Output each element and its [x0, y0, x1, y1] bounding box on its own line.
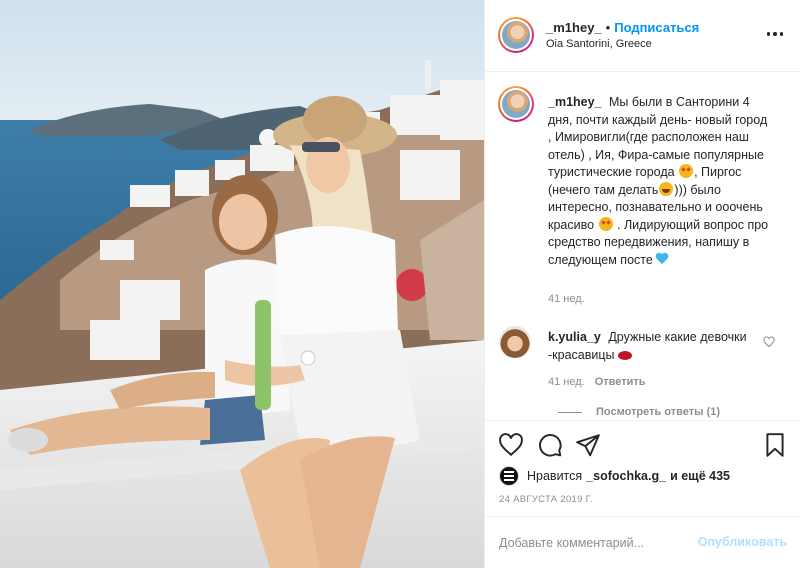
- comment-text: k.yulia_y Дружные какие девочки -красави…: [548, 329, 758, 364]
- post-caption: _m1hey_ Мы были в Санторини 4 дня, почти…: [548, 94, 774, 269]
- bookmark-icon[interactable]: [762, 432, 788, 458]
- location-link[interactable]: Oia Santorini, Greece: [546, 38, 652, 50]
- view-replies-button[interactable]: Посмотреть ответы (1): [558, 406, 720, 418]
- action-bar: [485, 420, 800, 468]
- blue-heart-emoji-icon: [655, 253, 669, 265]
- likes-summary: Нравится _sofochka.g_ и ещё 435: [499, 465, 730, 487]
- likes-count-link[interactable]: и ещё 435: [670, 469, 730, 483]
- santorini-photo: [0, 0, 484, 568]
- author-line: _m1hey_ • Подписаться: [546, 20, 699, 35]
- comment-input[interactable]: [499, 533, 689, 553]
- laughing-emoji-icon: [659, 181, 674, 196]
- star-struck-emoji-icon: [598, 216, 613, 231]
- comment-timestamp[interactable]: 41 нед.: [548, 376, 585, 388]
- liker-username[interactable]: _sofochka.g_: [586, 469, 666, 483]
- reply-button[interactable]: Ответить: [595, 376, 646, 388]
- caption-author-avatar[interactable]: [498, 86, 534, 122]
- post-header: _m1hey_ • Подписаться Oia Santorini, Greec…: [485, 0, 800, 72]
- post-date[interactable]: 24 АВГУСТА 2019 Г.: [499, 494, 593, 505]
- comments-area[interactable]: _m1hey_ Мы были в Санторини 4 дня, почти…: [485, 73, 800, 419]
- publish-button[interactable]: Опубликовать: [698, 535, 787, 549]
- separator-dot: •: [605, 20, 611, 35]
- heart-icon[interactable]: [498, 432, 524, 458]
- commenter-username[interactable]: k.yulia_y: [548, 330, 601, 344]
- caption-timestamp[interactable]: 41 нед.: [548, 293, 585, 305]
- comment-meta: 41 нед. Ответить: [548, 376, 646, 388]
- star-struck-emoji-icon: [679, 164, 694, 178]
- view-replies-label: Посмотреть ответы (1): [596, 406, 721, 418]
- author-username[interactable]: _m1hey_: [546, 20, 602, 35]
- comment-heart-icon[interactable]: [763, 335, 775, 348]
- liker-avatar[interactable]: [499, 466, 519, 486]
- paper-plane-icon[interactable]: [575, 432, 601, 458]
- comment-icon[interactable]: [537, 432, 563, 458]
- author-avatar[interactable]: [498, 17, 534, 53]
- commenter-avatar[interactable]: [499, 326, 531, 358]
- kiss-lips-emoji-icon: [617, 350, 632, 360]
- add-comment-form: Опубликовать: [485, 516, 800, 568]
- caption-username[interactable]: _m1hey_: [548, 95, 602, 109]
- replies-divider: [558, 411, 582, 413]
- post-photo[interactable]: [0, 0, 484, 568]
- post-side-panel: _m1hey_ • Подписаться Oia Santorini, Greec…: [484, 0, 800, 568]
- likes-prefix: Нравится: [527, 469, 583, 483]
- more-options-icon[interactable]: [765, 26, 785, 42]
- follow-button[interactable]: Подписаться: [614, 20, 699, 35]
